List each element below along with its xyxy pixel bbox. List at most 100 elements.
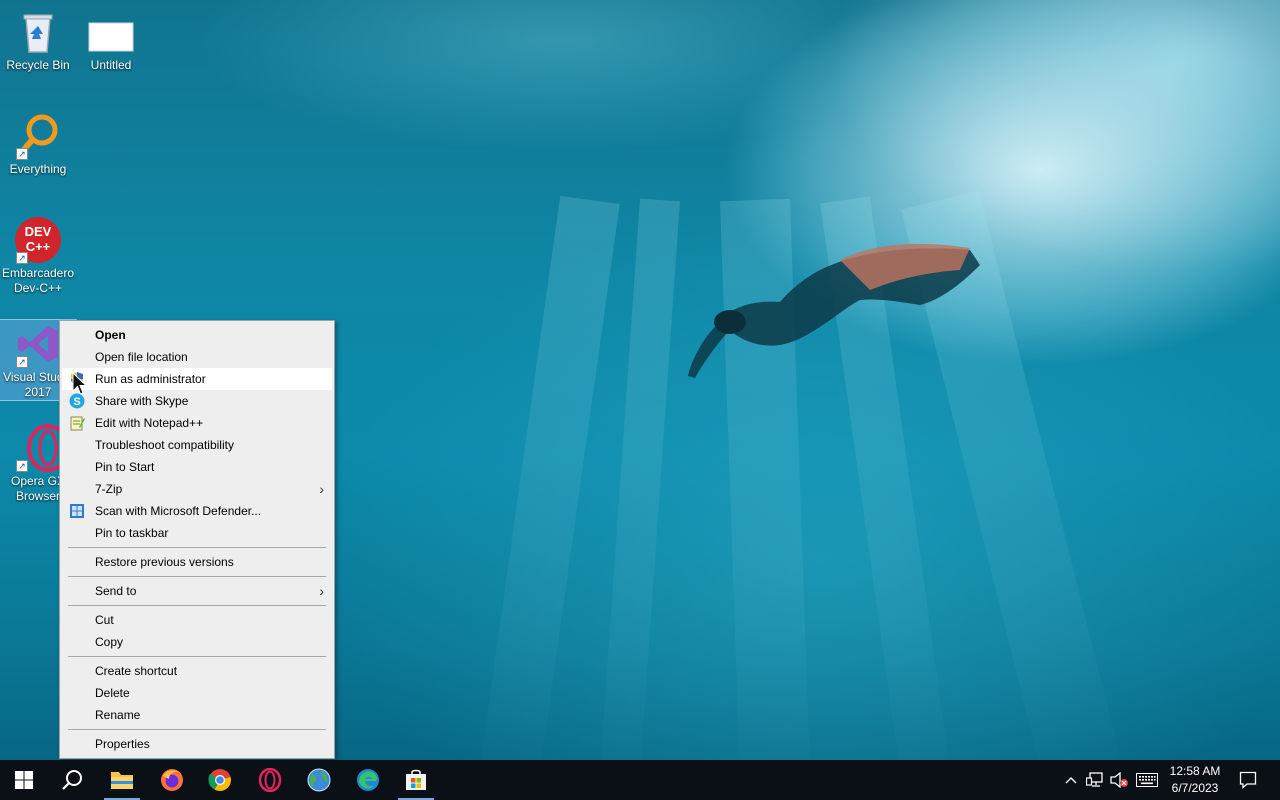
desktop-icon-label: Everything [9,162,67,176]
firefox-icon [161,769,183,791]
menu-separator [68,729,326,730]
menu-item-label: Open file location [95,350,188,364]
menu-item-label: Copy [95,635,124,649]
menu-item-rename[interactable]: Rename [62,704,332,726]
taskbar-globe-app[interactable] [295,760,343,800]
defender-icon [70,504,84,518]
search-icon [62,770,82,790]
menu-item-label: Open [95,328,126,342]
taskbar-firefox[interactable] [148,760,196,800]
menu-item-label: Scan with Microsoft Defender... [95,504,262,518]
chevron-right-icon: › [319,481,324,497]
menu-item-restore-previous-versions[interactable]: Restore previous versions [62,551,332,573]
menu-item-label: Share with Skype [95,394,189,408]
menu-item-delete[interactable]: Delete [62,682,332,704]
clock-date: 6/7/2023 [1171,781,1219,795]
desktop-icon-everything[interactable]: ↗ Everything [0,112,76,177]
menu-item-cut[interactable]: Cut [62,609,332,631]
everything-search-icon: ↗ [14,112,62,160]
shortcut-arrow-icon: ↗ [16,148,28,160]
menu-item-label: Send to [95,584,137,598]
menu-item-troubleshoot-compatibility[interactable]: Troubleshoot compatibility [62,434,332,456]
recycle-bin-icon [14,8,62,56]
menu-item-open[interactable]: Open [62,324,332,346]
menu-item-label: Create shortcut [95,664,178,678]
menu-item-scan-with-defender[interactable]: Scan with Microsoft Defender... [62,500,332,522]
svg-text:S: S [73,396,80,408]
desktop-icon-label: Embarcadero Dev-C++ [1,266,75,295]
menu-item-label: Restore previous versions [95,555,234,569]
store-icon [406,769,426,790]
devcpp-glyph-text: DEV C++ [24,224,52,254]
touch-keyboard-button[interactable] [1134,760,1160,800]
taskbar-file-explorer[interactable] [98,760,146,800]
chevron-right-icon: › [319,583,324,599]
globe-icon [307,768,331,792]
edge-icon [357,769,379,791]
context-menu: Open Open file location Run as administr… [59,320,335,759]
windows-logo-icon [15,771,33,789]
start-button[interactable] [0,760,48,800]
diver-silhouette [688,243,980,378]
menu-item-label: Pin to Start [95,460,155,474]
menu-item-create-shortcut[interactable]: Create shortcut [62,660,332,682]
menu-separator [68,547,326,548]
desktop-icon-untitled[interactable]: Untitled [73,8,149,73]
volume-tray-button[interactable] [1108,760,1130,800]
menu-item-label: Rename [95,708,141,722]
visual-studio-icon: ↗ [14,320,62,368]
taskbar-store[interactable] [392,760,440,800]
menu-separator [68,576,326,577]
desktop-icon-label: Untitled [90,58,132,72]
shortcut-arrow-icon: ↗ [16,460,28,472]
shortcut-arrow-icon: ↗ [16,252,28,264]
taskbar-opera[interactable] [246,760,294,800]
desktop-icon-recycle-bin[interactable]: Recycle Bin [0,8,76,73]
desktop-icon-devcpp[interactable]: DEV C++ ↗ Embarcadero Dev-C++ [0,216,76,296]
taskbar-edge[interactable] [344,760,392,800]
menu-item-label: Cut [95,613,114,627]
menu-item-label: Delete [95,686,130,700]
menu-item-open-file-location[interactable]: Open file location [62,346,332,368]
folder-icon [111,772,133,789]
chrome-icon [208,769,231,791]
mouse-cursor-icon [72,372,88,395]
menu-item-7zip[interactable]: 7-Zip › [62,478,332,500]
volume-muted-icon [1110,772,1128,788]
menu-separator [68,605,326,606]
notepadpp-icon [70,416,85,431]
menu-item-properties[interactable]: Properties [62,733,332,755]
action-center-button[interactable] [1232,760,1264,800]
clock-time: 12:58 AM [1169,764,1221,778]
menu-item-share-with-skype[interactable]: S Share with Skype [62,390,332,412]
chevron-up-icon [1065,777,1077,784]
menu-item-send-to[interactable]: Send to › [62,580,332,602]
menu-item-label: Pin to taskbar [95,526,169,540]
show-hidden-icons-button[interactable] [1060,760,1082,800]
menu-item-label: Properties [95,737,150,751]
taskbar: 12:58 AM 6/7/2023 [0,760,1280,800]
devcpp-icon: DEV C++ ↗ [14,216,62,264]
menu-item-copy[interactable]: Copy [62,631,332,653]
menu-item-pin-to-start[interactable]: Pin to Start [62,456,332,478]
taskbar-clock[interactable]: 12:58 AM 6/7/2023 [1164,763,1226,797]
menu-separator [68,656,326,657]
menu-item-label: Run as administrator [95,372,206,386]
menu-item-run-as-administrator[interactable]: Run as administrator [62,368,332,390]
blank-file-icon [87,8,135,56]
menu-item-label: Troubleshoot compatibility [95,438,234,452]
menu-item-label: 7-Zip [95,482,123,496]
notification-icon [1239,771,1257,789]
menu-item-pin-to-taskbar[interactable]: Pin to taskbar [62,522,332,544]
taskbar-chrome[interactable] [196,760,244,800]
opera-icon [258,768,282,792]
menu-item-edit-with-notepadpp[interactable]: Edit with Notepad++ [62,412,332,434]
network-icon [1086,772,1103,787]
opera-gx-icon: ↗ [14,424,69,472]
desktop-icon-label: Recycle Bin [6,58,70,72]
shortcut-arrow-icon: ↗ [16,356,28,368]
menu-item-label: Edit with Notepad++ [95,416,204,430]
network-tray-button[interactable] [1084,760,1106,800]
search-button[interactable] [48,760,96,800]
keyboard-icon [1136,773,1158,787]
